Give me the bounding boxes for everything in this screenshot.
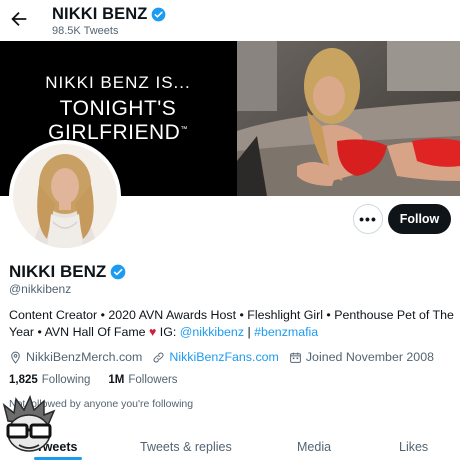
back-arrow-icon[interactable]: [8, 8, 30, 30]
location-text: NikkiBenzMerch.com: [26, 350, 143, 364]
profile-handle: @nikkibenz: [9, 282, 72, 296]
followers-link[interactable]: 1M Followers: [108, 374, 177, 386]
calendar-icon: [289, 352, 301, 363]
banner-line-2: TONIGHT'S GIRLFRIEND™: [48, 97, 188, 144]
location-icon: [11, 351, 20, 364]
avatar-photo: [13, 144, 117, 248]
avatar[interactable]: [9, 140, 121, 252]
mascot-watermark: [2, 395, 56, 452]
more-icon: •••: [359, 211, 377, 227]
following-label: Following: [41, 374, 91, 386]
followers-label: Followers: [128, 374, 178, 386]
bio-separator: |: [244, 325, 255, 339]
tab-likes[interactable]: Likes: [399, 440, 428, 454]
tweet-count: 98.5K Tweets: [52, 25, 119, 37]
followers-count: 1M: [108, 374, 125, 386]
hashtag-link[interactable]: #benzmafia: [254, 325, 318, 339]
profile-meta: NikkiBenzMerch.com NikkiBenzFans.com Joi…: [9, 349, 444, 365]
link-icon: [153, 352, 164, 362]
follow-button[interactable]: Follow: [388, 204, 451, 234]
profile-name-row: NIKKI BENZ: [9, 262, 126, 282]
header-name: NIKKI BENZ: [52, 5, 148, 23]
ig-handle-link[interactable]: @nikkibenz: [180, 325, 244, 339]
following-count: 1,825: [9, 374, 38, 386]
website-item: NikkiBenzFans.com: [152, 350, 279, 364]
top-bar: NIKKI BENZ 98.5K Tweets: [0, 0, 460, 41]
bio-text-ig: IG:: [156, 325, 180, 339]
verified-badge-icon: [152, 7, 166, 22]
follow-stats: 1,825 Following 1M Followers: [9, 374, 178, 386]
verified-badge-icon: [110, 264, 126, 280]
tab-media[interactable]: Media: [297, 440, 331, 454]
banner-line-1: NIKKI BENZ IS...: [45, 73, 191, 92]
joined-text: Joined November 2008: [305, 350, 434, 364]
following-link[interactable]: 1,825 Following: [9, 374, 90, 386]
profile-name: NIKKI BENZ: [9, 262, 107, 281]
website-link[interactable]: NikkiBenzFans.com: [169, 350, 278, 364]
profile-tabs: Tweets Tweets & replies Media Likes: [0, 432, 460, 460]
tab-tweets-and-replies[interactable]: Tweets & replies: [140, 440, 232, 454]
joined-item: Joined November 2008: [289, 350, 434, 364]
profile-bio: Content Creator • 2020 AVN Awards Host •…: [9, 307, 454, 341]
location-item: NikkiBenzMerch.com: [9, 350, 142, 364]
header-name-row: NIKKI BENZ: [52, 5, 166, 24]
banner-photo: [237, 41, 460, 196]
more-options-button[interactable]: •••: [353, 204, 383, 234]
